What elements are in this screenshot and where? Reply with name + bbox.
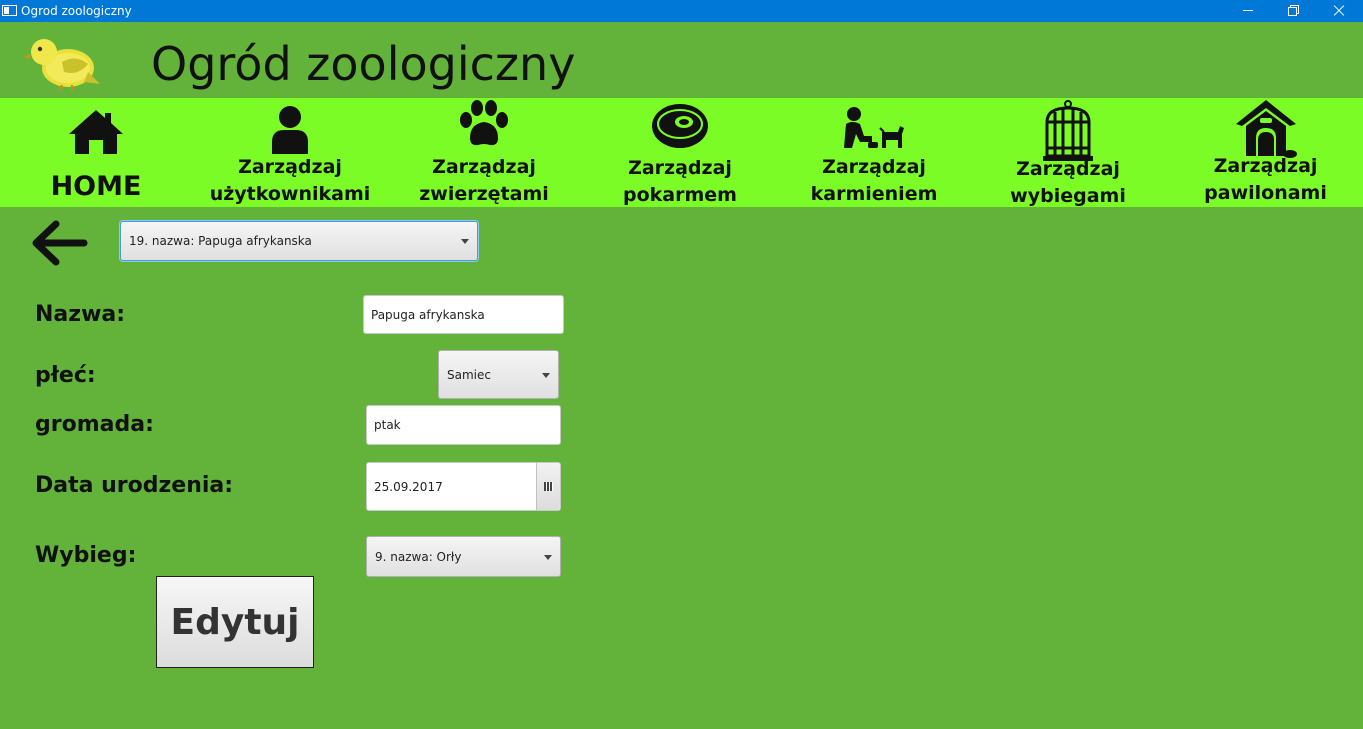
name-label: Nazwa: [35, 302, 126, 327]
nav-enclosures-label: Zarządzaj wybiegami [1010, 158, 1126, 207]
restore-button[interactable] [1270, 0, 1316, 22]
sex-select[interactable]: Samiec [438, 350, 559, 399]
minimize-button[interactable] [1225, 0, 1271, 22]
enclosure-select-value: 9. nazwa: Orły [375, 549, 462, 564]
nav-feeding[interactable]: Zarządzaj karmieniem [780, 98, 968, 207]
sex-select-value: Samiec [447, 367, 491, 382]
nav-enclosures[interactable]: Zarządzaj wybiegami [968, 98, 1168, 207]
nav-food-label: Zarządzaj pokarmem [623, 157, 737, 206]
name-field[interactable] [363, 295, 564, 334]
back-arrow-icon[interactable] [30, 220, 88, 266]
nav-users-label: Zarządzaj użytkownikami [209, 156, 371, 205]
app-window-icon [2, 5, 17, 16]
nav-pavilions[interactable]: Zarządzaj pawilonami [1168, 98, 1363, 207]
nav-users[interactable]: Zarządzaj użytkownikami [192, 98, 388, 207]
window-title: Ogrod zoologiczny [21, 4, 132, 18]
main-navigation: HOME Zarządzaj użytkownikami Zarządzaj z… [0, 98, 1363, 207]
calendar-button[interactable] [536, 463, 560, 510]
window-titlebar: Ogrod zoologiczny [0, 0, 1363, 22]
user-icon [272, 106, 308, 154]
group-field[interactable] [366, 405, 561, 445]
nav-home[interactable]: HOME [0, 98, 192, 207]
nav-animals[interactable]: Zarządzaj zwierzętami [388, 98, 580, 207]
cage-icon [1043, 100, 1093, 161]
home-icon [69, 110, 123, 154]
nav-home-label: HOME [50, 171, 142, 202]
app-title: Ogród zoologiczny [151, 37, 576, 91]
nav-feeding-label: Zarządzaj karmieniem [810, 156, 938, 205]
chevron-down-icon [461, 239, 469, 244]
sex-label: płeć: [35, 363, 96, 388]
chevron-down-icon [542, 372, 550, 378]
paw-icon [460, 100, 508, 146]
pavilion-icon [1235, 100, 1297, 158]
feeding-icon [844, 107, 904, 148]
birth-date-field[interactable] [367, 463, 537, 510]
edit-button[interactable]: Edytuj [156, 576, 314, 668]
birth-date-picker [366, 462, 561, 511]
nav-food[interactable]: Zarządzaj pokarmem [580, 98, 780, 207]
close-button[interactable] [1315, 0, 1361, 22]
animal-select[interactable]: 19. nazwa: Papuga afrykanska [120, 221, 478, 261]
group-label: gromada: [35, 412, 154, 437]
birth-date-label: Data urodzenia: [35, 473, 234, 498]
enclosure-label: Wybieg: [35, 543, 137, 568]
enclosure-select[interactable]: 9. nazwa: Orły [366, 536, 561, 577]
calendar-icon [544, 482, 553, 491]
bird-icon [24, 32, 102, 92]
animal-select-value: 19. nazwa: Papuga afrykanska [129, 234, 312, 248]
nav-animals-label: Zarządzaj zwierzętami [419, 156, 549, 205]
chevron-down-icon [544, 554, 552, 560]
meat-icon [652, 104, 708, 148]
nav-pavilions-label: Zarządzaj pawilonami [1204, 155, 1327, 204]
